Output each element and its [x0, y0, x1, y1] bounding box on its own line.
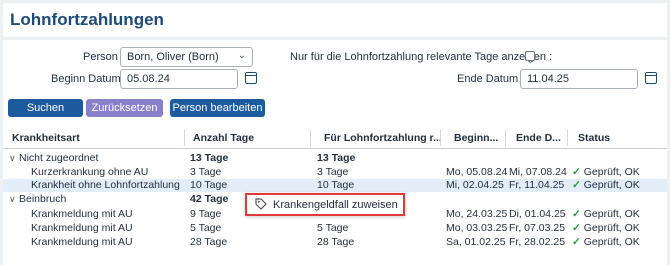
- checkmark-icon: ✓: [572, 236, 581, 248]
- group-name: Nicht zugeordnet: [19, 152, 99, 164]
- disease-type-cell: Krankmeldung mit AU: [31, 222, 133, 234]
- days-cell: 28 Tage: [190, 236, 228, 248]
- title-bar: Lohnfortzahlungen: [3, 3, 667, 37]
- relevant-days-cell: 3 Tage: [317, 166, 349, 178]
- column-separator[interactable]: [440, 130, 441, 146]
- tag-icon: [255, 198, 267, 213]
- days-cell: 42 Tage: [190, 193, 229, 205]
- group-row[interactable]: ∨ Nicht zugeordnet 13 Tage 13 Tage: [3, 152, 667, 165]
- status-cell: ✓ Geprüft, OK: [572, 236, 640, 249]
- days-cell: 5 Tage: [190, 222, 222, 234]
- end-date-input[interactable]: 11.04.25: [520, 69, 638, 89]
- checkmark-icon: ✓: [572, 166, 581, 178]
- end-date-cell: Fr, 07.03.25: [509, 222, 566, 234]
- calendar-icon[interactable]: [245, 72, 257, 84]
- start-date-input[interactable]: 05.08.24: [120, 69, 238, 89]
- status-cell: ✓ Geprüft, OK: [572, 179, 640, 192]
- checkmark-icon: ✓: [572, 222, 581, 234]
- reset-button[interactable]: Zurücksetzen: [86, 99, 163, 117]
- checkmark-icon: ✓: [572, 179, 581, 191]
- column-header-status[interactable]: Status: [578, 132, 610, 144]
- status-text: Geprüft, OK: [583, 236, 640, 248]
- column-header-disease-type[interactable]: Krankheitsart: [12, 132, 80, 144]
- table-row[interactable]: Krankmeldung mit AU 28 Tage 28 Tage Sa, …: [3, 236, 667, 249]
- relevant-days-cell: 10 Tage: [317, 179, 355, 191]
- column-separator[interactable]: [505, 130, 506, 146]
- column-header-end[interactable]: Ende D...: [516, 132, 561, 144]
- grid-header: Krankheitsart Anzahl Tage Für Lohnfortza…: [3, 127, 667, 149]
- edit-person-button[interactable]: Person bearbeiten: [170, 99, 265, 117]
- chevron-down-icon: ⌄: [237, 50, 246, 61]
- context-menu: Krankengeldfall zuweisen: [245, 193, 405, 216]
- column-separator[interactable]: [184, 130, 185, 146]
- relevant-only-label: Nur für die Lohnfortzahlung relevante Ta…: [290, 51, 553, 63]
- start-date-cell: Mo, 05.08.24: [446, 166, 508, 178]
- relevant-days-cell: 5 Tage: [317, 222, 349, 234]
- person-select[interactable]: Born, Oliver (Born) ⌄: [120, 47, 253, 67]
- status-text: Geprüft, OK: [583, 222, 640, 234]
- table-row[interactable]: Kurzerkrankung ohne AU 3 Tage 3 Tage Mo,…: [3, 166, 667, 179]
- disease-type-cell: Kurzerkrankung ohne AU: [31, 166, 149, 178]
- relevant-days-cell: 28 Tage: [317, 236, 355, 248]
- status-text: Geprüft, OK: [583, 208, 640, 220]
- status-text: Geprüft, OK: [583, 166, 640, 178]
- column-header-relevant-days[interactable]: Für Lohnfortzahlung r...: [324, 132, 442, 144]
- start-date-cell: Mi, 02.04.25: [446, 179, 504, 191]
- person-select-value: Born, Oliver (Born): [127, 51, 219, 63]
- days-cell: 9 Tage: [190, 208, 222, 220]
- status-cell: ✓ Geprüft, OK: [572, 208, 640, 221]
- days-cell: 3 Tage: [190, 166, 222, 178]
- end-date-cell: Di, 01.04.25: [509, 208, 566, 220]
- status-text: Geprüft, OK: [583, 179, 640, 191]
- start-date-cell: Mo, 24.03.25: [446, 208, 508, 220]
- assign-sick-pay-case-menu-item[interactable]: Krankengeldfall zuweisen: [247, 195, 403, 214]
- status-cell: ✓ Geprüft, OK: [572, 166, 640, 179]
- start-date-cell: Sa, 01.02.25: [446, 236, 506, 248]
- disease-type-cell: Krankheit ohne Lohnfortzahlung: [31, 179, 180, 191]
- days-cell: 13 Tage: [190, 152, 229, 164]
- end-date-cell: Mi, 07.08.24: [509, 166, 567, 178]
- status-cell: ✓ Geprüft, OK: [572, 222, 640, 235]
- checkmark-icon: ✓: [572, 208, 581, 220]
- person-label: Person :: [83, 51, 124, 63]
- chevron-down-icon[interactable]: ∨: [9, 152, 16, 165]
- end-date-label: Ende Datum :: [457, 73, 525, 85]
- relevant-days-cell: 13 Tage: [317, 152, 356, 164]
- end-date-cell: Fr, 11.04.25: [509, 179, 565, 191]
- page-title: Lohnfortzahlungen: [10, 10, 164, 29]
- chevron-down-icon[interactable]: ∨: [9, 193, 16, 206]
- column-separator[interactable]: [567, 130, 568, 146]
- start-date-value: 05.08.24: [127, 73, 170, 85]
- menu-item-label: Krankengeldfall zuweisen: [273, 199, 398, 211]
- start-date-label: Beginn Datum :: [51, 73, 127, 85]
- table-row[interactable]: Krankmeldung mit AU 5 Tage 5 Tage Mo, 03…: [3, 222, 667, 235]
- days-cell: 10 Tage: [190, 179, 228, 191]
- end-date-cell: Fr, 28.02.25: [509, 236, 566, 248]
- disease-type-cell: Krankmeldung mit AU: [31, 236, 133, 248]
- start-date-cell: Mo, 03.03.25: [446, 222, 508, 234]
- search-button[interactable]: Suchen: [8, 99, 83, 117]
- column-header-start[interactable]: Beginn...: [454, 132, 498, 144]
- column-header-days[interactable]: Anzahl Tage: [193, 132, 254, 144]
- group-name: Beinbruch: [19, 193, 67, 205]
- relevant-only-checkbox[interactable]: [525, 51, 535, 61]
- calendar-icon[interactable]: [645, 72, 657, 84]
- disease-type-cell: Krankmeldung mit AU: [31, 208, 133, 220]
- end-date-value: 11.04.25: [527, 73, 570, 85]
- column-separator[interactable]: [310, 130, 311, 146]
- table-row-selected[interactable]: Krankheit ohne Lohnfortzahlung 10 Tage 1…: [3, 179, 667, 192]
